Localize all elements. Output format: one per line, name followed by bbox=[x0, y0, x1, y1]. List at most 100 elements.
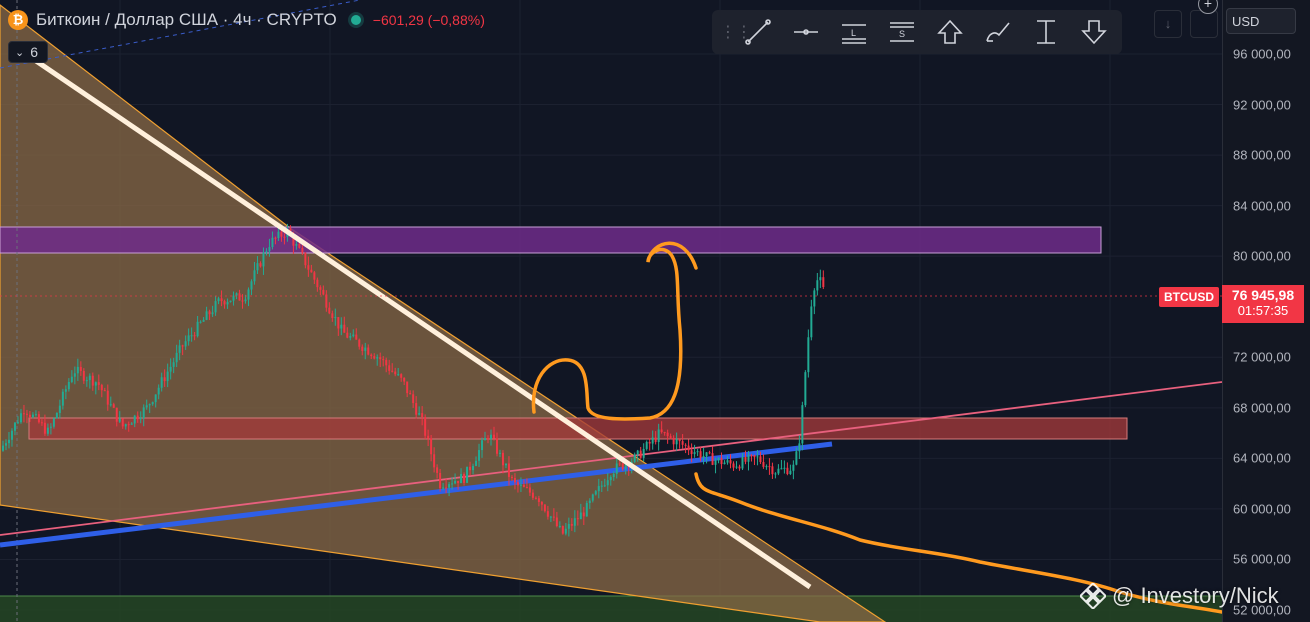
watermark-text: @ Investory/Nick bbox=[1112, 583, 1279, 608]
arrow-up-tool[interactable] bbox=[926, 14, 974, 50]
price-tick-label: 72 000,00 bbox=[1233, 349, 1291, 365]
price-tick-label: 80 000,00 bbox=[1233, 248, 1291, 264]
currency-selector[interactable]: USD bbox=[1226, 8, 1296, 34]
candle-body bbox=[106, 390, 109, 405]
drag-handle-icon[interactable]: ⋮⋮ bbox=[720, 22, 752, 42]
candle-body bbox=[564, 528, 567, 534]
chart-area[interactable] bbox=[0, 0, 1222, 622]
candle-body bbox=[403, 377, 406, 382]
price-tick-label: 68 000,00 bbox=[1233, 400, 1291, 416]
long-position-tool[interactable]: L bbox=[830, 14, 878, 50]
candle-body bbox=[603, 485, 606, 487]
candle-body bbox=[618, 463, 621, 465]
candle-body bbox=[633, 454, 636, 462]
candle-body bbox=[561, 526, 564, 534]
candle-body bbox=[313, 272, 316, 280]
candle-body bbox=[442, 487, 445, 489]
price-range-tool[interactable] bbox=[1022, 14, 1070, 50]
candle-body bbox=[28, 414, 31, 418]
candle-body bbox=[283, 236, 286, 238]
candle-body bbox=[247, 289, 250, 300]
candle-body bbox=[481, 440, 484, 451]
candle-body bbox=[97, 382, 100, 385]
candle-body bbox=[663, 431, 666, 433]
candle-body bbox=[367, 347, 370, 355]
indicators-toggle-button[interactable]: ⌄ 6 bbox=[8, 41, 48, 63]
candle-body bbox=[534, 497, 537, 499]
candle-body bbox=[672, 437, 675, 445]
candle-body bbox=[768, 466, 771, 468]
hand-drawn-path[interactable] bbox=[531, 241, 698, 421]
candle-body bbox=[217, 298, 220, 302]
candle-body bbox=[139, 418, 142, 420]
candle-body bbox=[271, 237, 274, 247]
candle-body bbox=[726, 460, 729, 463]
candle-body bbox=[819, 277, 822, 281]
candle-body bbox=[10, 430, 13, 440]
candle-body bbox=[600, 485, 603, 487]
candle-body bbox=[792, 464, 795, 471]
horizontal-line-tool[interactable] bbox=[782, 14, 830, 50]
candle-body bbox=[127, 424, 130, 426]
candle-body bbox=[807, 337, 810, 373]
candle-body bbox=[319, 287, 322, 290]
candle-body bbox=[166, 371, 169, 382]
candle-body bbox=[537, 498, 540, 502]
settings-button[interactable] bbox=[1190, 10, 1218, 38]
candle-body bbox=[801, 405, 804, 444]
candle-body bbox=[64, 389, 67, 392]
candle-body bbox=[507, 463, 510, 477]
candle-body bbox=[570, 523, 573, 526]
candle-body bbox=[466, 466, 469, 483]
brush-icon bbox=[986, 22, 1010, 42]
candle-body bbox=[684, 444, 687, 446]
candle-body bbox=[109, 404, 112, 406]
candle-body bbox=[484, 438, 487, 441]
candle-body bbox=[187, 335, 190, 342]
candle-body bbox=[780, 468, 783, 470]
candle-body bbox=[307, 265, 310, 270]
trend-line-tool[interactable] bbox=[734, 14, 782, 50]
candle-body bbox=[79, 366, 82, 371]
candle-body bbox=[334, 317, 337, 319]
candle-body bbox=[582, 512, 585, 517]
currency-value: USD bbox=[1232, 14, 1260, 29]
candle-body bbox=[55, 412, 58, 419]
candle-body bbox=[238, 293, 241, 301]
candle-body bbox=[43, 422, 46, 434]
candle-body bbox=[220, 298, 223, 302]
candle-body bbox=[355, 334, 358, 340]
candle-body bbox=[594, 491, 597, 495]
candle-body bbox=[370, 354, 373, 357]
candle-body bbox=[202, 319, 205, 322]
candle-body bbox=[738, 466, 741, 469]
candle-body bbox=[343, 324, 346, 333]
candle-body bbox=[262, 252, 265, 267]
candle-body bbox=[151, 402, 154, 405]
candle-body bbox=[409, 393, 412, 395]
candle-body bbox=[253, 270, 256, 282]
symbol-title[interactable]: Биткоин / Доллар США · 4ч · CRYPTO bbox=[36, 10, 337, 30]
candle-body bbox=[696, 451, 699, 453]
resistance-zone[interactable] bbox=[0, 226, 1102, 254]
symbol-header[interactable]: ₿ Биткоин / Доллар США · 4ч · CRYPTO −60… bbox=[8, 9, 485, 31]
candle-body bbox=[549, 516, 552, 518]
candle-body bbox=[705, 452, 708, 457]
short-position-tool[interactable]: S bbox=[878, 14, 926, 50]
brush-tool[interactable] bbox=[974, 14, 1022, 50]
candle-body bbox=[645, 441, 648, 449]
arrow-down-tool[interactable] bbox=[1070, 14, 1118, 50]
price-tick-label: 60 000,00 bbox=[1233, 501, 1291, 517]
candle-body bbox=[46, 427, 49, 434]
candle-body bbox=[624, 464, 627, 470]
candle-body bbox=[382, 359, 385, 361]
candle-body bbox=[798, 443, 801, 452]
bottom-zone[interactable] bbox=[0, 596, 1222, 622]
candle-body bbox=[774, 473, 777, 475]
candle-body bbox=[543, 504, 546, 512]
price-chart[interactable] bbox=[0, 0, 1222, 622]
candle-body bbox=[163, 377, 166, 382]
candle-body bbox=[100, 384, 103, 391]
candle-body bbox=[13, 422, 16, 431]
scroll-down-icon[interactable]: ↓ bbox=[1154, 10, 1182, 38]
